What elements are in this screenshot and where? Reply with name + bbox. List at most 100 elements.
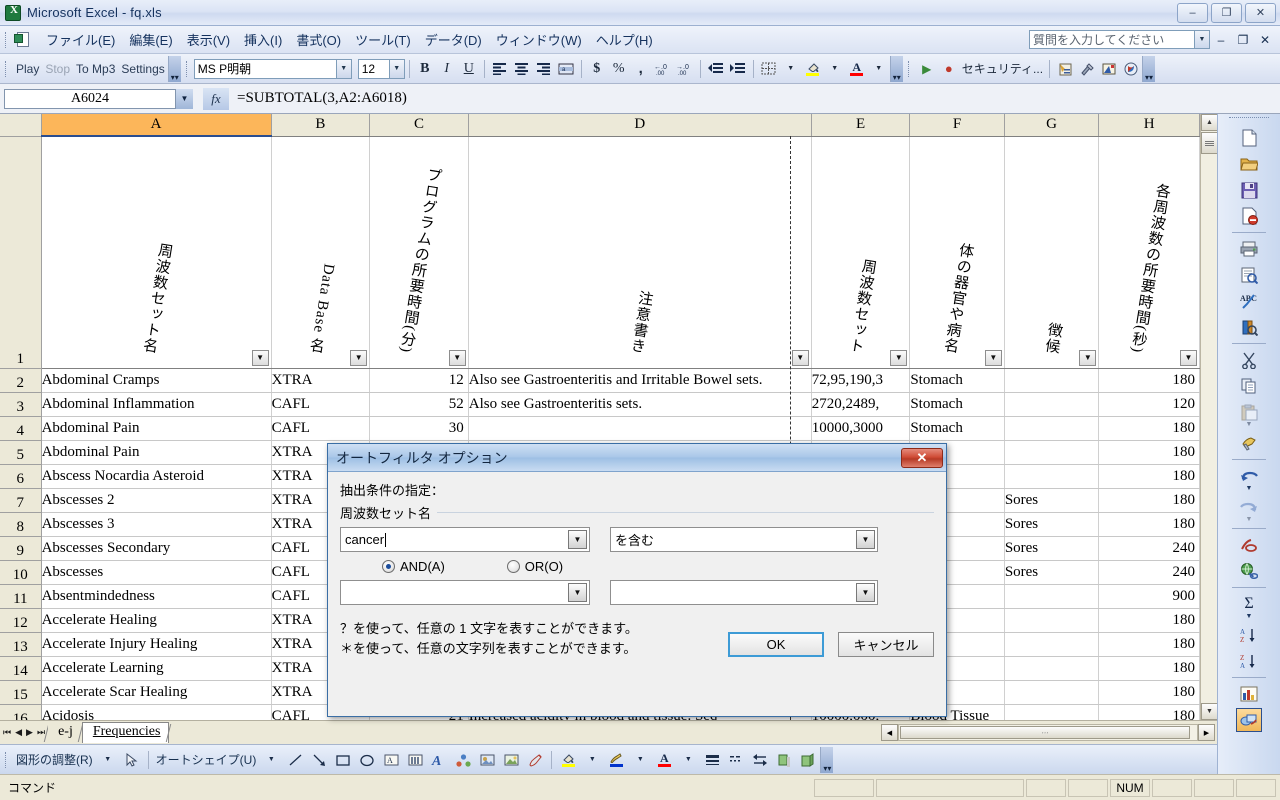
column-header-f[interactable]: F [909, 114, 1005, 137]
cell-G7[interactable]: Sores [1004, 488, 1100, 513]
menu-data[interactable]: データ(D) [418, 27, 489, 52]
formatting-toolbar-grip[interactable] [184, 59, 192, 79]
cell-G15[interactable] [1004, 680, 1100, 705]
visual-basic-editor-icon[interactable] [1054, 58, 1076, 80]
row-header-3[interactable]: 3 [0, 392, 42, 417]
criteria-operator-2-chevron-down-icon[interactable]: ▼ [856, 583, 875, 602]
column-header-d[interactable]: D [468, 114, 812, 137]
permission-icon[interactable] [1236, 204, 1262, 228]
header-cell-a[interactable]: 周波数セット名 ▼ [41, 136, 272, 369]
autofilter-options-dialog[interactable]: オートフィルタ オプション ✕ 抽出条件の指定： 周波数セット名 cancer … [327, 443, 947, 717]
run-macro-icon[interactable]: ▶ [916, 58, 938, 80]
cell-H8[interactable]: 180 [1098, 512, 1200, 537]
table-row[interactable]: 4 Abdominal Pain CAFL 30 10000,3000 Stomach 18… [0, 416, 1200, 441]
cell-H7[interactable]: 180 [1098, 488, 1200, 513]
cell-B3[interactable]: CAFL [271, 392, 371, 417]
cell-A7[interactable]: Abscesses 2 [41, 488, 272, 513]
sort-ascending-icon[interactable]: AZ [1236, 623, 1262, 647]
close-workbook-button[interactable]: ✕ [1254, 33, 1276, 47]
oval-icon[interactable] [355, 749, 379, 771]
open-icon[interactable] [1236, 152, 1262, 176]
cell-A8[interactable]: Abscesses 3 [41, 512, 272, 537]
font-name-chevron-down-icon[interactable]: ▼ [336, 58, 352, 79]
menu-format[interactable]: 書式(O) [289, 27, 348, 52]
align-left-icon[interactable] [489, 58, 511, 80]
play-button[interactable]: Play [13, 58, 42, 80]
cell-E3[interactable]: 2720,2489, [811, 392, 911, 417]
font-name-input[interactable]: MS P明朝 [193, 58, 337, 79]
paste-icon[interactable] [1236, 400, 1262, 424]
draw-menu-chevron-down-icon[interactable]: ▼ [96, 749, 120, 771]
cell-F3[interactable]: Stomach [909, 392, 1005, 417]
menu-file[interactable]: ファイル(E) [39, 27, 122, 52]
sheet-tab-frequencies[interactable]: Frequencies [81, 722, 170, 743]
filter-button-b[interactable]: ▼ [350, 349, 368, 366]
name-box[interactable]: A6024 [4, 88, 176, 109]
insert-paint-icon[interactable] [523, 749, 547, 771]
to-mp3-button[interactable]: To Mp3 [73, 58, 118, 80]
autoshapes-menu-button[interactable]: オートシェイプ(U) [153, 751, 260, 768]
menu-tools[interactable]: ツール(T) [348, 27, 418, 52]
cell-E2[interactable]: 72,95,190,3 [811, 368, 911, 393]
row-header-5[interactable]: 5 [0, 440, 42, 465]
filter-button-c[interactable]: ▼ [448, 349, 466, 366]
row-header-1[interactable]: 1 [0, 136, 42, 369]
align-right-icon[interactable] [533, 58, 555, 80]
line-color-icon[interactable] [604, 749, 628, 771]
column-header-b[interactable]: B [271, 114, 371, 137]
cell-H4[interactable]: 180 [1098, 416, 1200, 441]
header-cell-g[interactable]: 徴候 ▼ [1004, 136, 1100, 369]
select-all-corner[interactable] [0, 114, 42, 137]
cell-H15[interactable]: 180 [1098, 680, 1200, 705]
minimize-window-button[interactable]: – [1177, 2, 1208, 23]
criteria-value-2-chevron-down-icon[interactable]: ▼ [568, 583, 587, 602]
menu-insert[interactable]: 挿入(I) [237, 27, 289, 52]
restore-workbook-button[interactable]: ❐ [1232, 33, 1254, 47]
radio-or[interactable]: OR(O) [506, 559, 563, 574]
vb-toolbar-overflow-button[interactable]: ▾▾ [1142, 55, 1156, 82]
italic-button[interactable]: I [436, 58, 458, 80]
cell-G2[interactable] [1004, 368, 1100, 393]
criteria-value-2-input[interactable]: ▼ [340, 580, 590, 605]
underline-button[interactable]: U [458, 58, 480, 80]
cell-H3[interactable]: 120 [1098, 392, 1200, 417]
cell-D4[interactable] [468, 416, 812, 441]
radio-and[interactable]: AND(A) [382, 559, 445, 574]
vertical-text-box-icon[interactable] [403, 749, 427, 771]
cell-A5[interactable]: Abdominal Pain [41, 440, 272, 465]
header-cell-f[interactable]: 体の器官や病名 ▼ [909, 136, 1005, 369]
criteria-operator-1-chevron-down-icon[interactable]: ▼ [856, 530, 875, 549]
wordart-icon[interactable]: A [427, 749, 451, 771]
criteria-operator-1-select[interactable]: を含む ▼ [610, 527, 878, 552]
cell-A2[interactable]: Abdominal Cramps [41, 368, 272, 393]
script-editor-icon[interactable] [1120, 58, 1142, 80]
drawing-icon[interactable] [1236, 708, 1262, 732]
cell-E4[interactable]: 10000,3000 [811, 416, 911, 441]
row-header-16[interactable]: 16 [0, 704, 42, 720]
select-objects-icon[interactable] [120, 749, 144, 771]
ask-a-question-input[interactable]: 質問を入力してください [1029, 30, 1195, 49]
cell-G4[interactable] [1004, 416, 1100, 441]
sort-descending-icon[interactable]: ZA [1236, 649, 1262, 673]
horizontal-scroll-track[interactable]: ⋯ [898, 724, 1198, 741]
table-row[interactable]: 3 Abdominal Inflammation CAFL 52 Also see Ga… [0, 392, 1200, 417]
cell-H12[interactable]: 180 [1098, 608, 1200, 633]
row-header-15[interactable]: 15 [0, 680, 42, 705]
autoshapes-chevron-down-icon[interactable]: ▼ [259, 749, 283, 771]
filter-button-g[interactable]: ▼ [1079, 349, 1097, 366]
vertical-scrollbar[interactable]: ▲ ▼ [1200, 114, 1218, 720]
spelling-icon[interactable]: ABC [1236, 289, 1262, 313]
research-icon[interactable] [1236, 315, 1262, 339]
cell-G6[interactable] [1004, 464, 1100, 489]
autosum-chevron-down-icon[interactable]: ▼ [1236, 611, 1262, 621]
menu-grip[interactable] [3, 30, 11, 50]
draw-font-color-chevron-down-icon[interactable]: ▼ [676, 749, 700, 771]
cell-A3[interactable]: Abdominal Inflammation [41, 392, 272, 417]
cell-H5[interactable]: 180 [1098, 440, 1200, 465]
vb-toolbar-grip[interactable] [906, 59, 914, 79]
save-icon[interactable] [1236, 178, 1262, 202]
filter-button-h[interactable]: ▼ [1180, 349, 1197, 366]
undo-chevron-down-icon[interactable]: ▼ [1236, 483, 1262, 493]
row-header-4[interactable]: 4 [0, 416, 42, 441]
text-box-icon[interactable]: A [379, 749, 403, 771]
